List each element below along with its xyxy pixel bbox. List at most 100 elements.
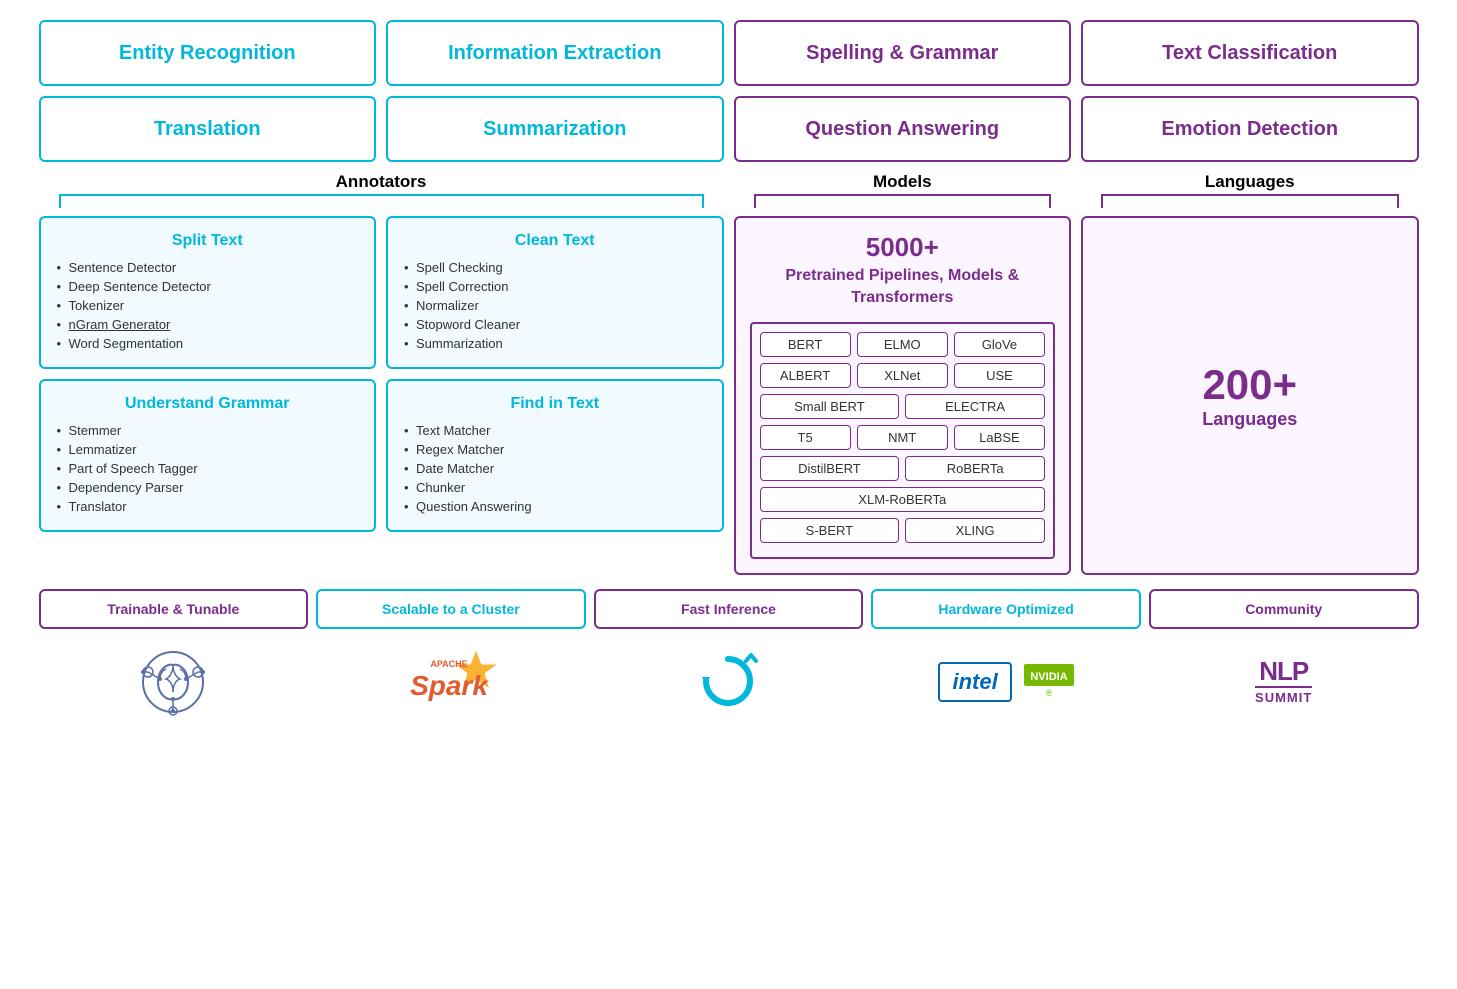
model-use: USE xyxy=(954,363,1045,388)
model-t5: T5 xyxy=(760,425,851,450)
languages-content: 200+ Languages xyxy=(1202,361,1297,430)
features-row: Trainable & Tunable Scalable to a Cluste… xyxy=(39,589,1419,629)
understand-grammar-list: Stemmer Lemmatizer Part of Speech Tagger… xyxy=(55,421,361,516)
main-container: Entity Recognition Information Extractio… xyxy=(39,20,1419,725)
nlp-summit-logo: NLP SUMMIT xyxy=(1255,658,1312,705)
intel-nvidia-cell: intel NVIDIA ® xyxy=(871,654,1141,710)
list-item: Lemmatizer xyxy=(55,440,361,459)
model-row-1: BERT ELMO GloVe xyxy=(760,332,1046,357)
nlp-summit-cell: NLP SUMMIT xyxy=(1149,650,1419,713)
model-sbert: S-BERT xyxy=(760,518,900,543)
models-grid: BERT ELMO GloVe ALBERT XLNet USE Small B… xyxy=(750,322,1056,559)
feature-scalable: Scalable to a Cluster xyxy=(316,589,586,629)
list-item: Spell Checking xyxy=(402,258,708,277)
spark-logo: APACHE Spark xyxy=(401,647,501,717)
model-glove: GloVe xyxy=(954,332,1045,357)
feature-community: Community xyxy=(1149,589,1419,629)
brain-logo-cell xyxy=(39,639,309,725)
intel-logo: intel xyxy=(938,662,1011,702)
feature-hardware-optimized: Hardware Optimized xyxy=(871,589,1141,629)
brain-icon xyxy=(138,647,208,717)
model-row-2: ALBERT XLNet USE xyxy=(760,363,1046,388)
model-row-6: XLM-RoBERTa xyxy=(760,487,1046,512)
model-roberta: RoBERTa xyxy=(905,456,1045,481)
cap-summarization[interactable]: Summarization xyxy=(386,96,724,162)
model-albert: ALBERT xyxy=(760,363,851,388)
models-subtitle: Pretrained Pipelines, Models & Transform… xyxy=(750,265,1056,310)
list-item: Normalizer xyxy=(402,296,708,315)
clean-text-card: Clean Text Spell Checking Spell Correcti… xyxy=(386,216,724,369)
list-item: Summarization xyxy=(402,334,708,353)
annotators-area: Split Text Sentence Detector Deep Senten… xyxy=(39,216,724,532)
model-xlnet: XLNet xyxy=(857,363,948,388)
list-item: Spell Correction xyxy=(402,277,708,296)
split-text-card: Split Text Sentence Detector Deep Senten… xyxy=(39,216,377,369)
arrow-logo-cell xyxy=(594,641,864,722)
list-item: Word Segmentation xyxy=(55,334,361,353)
split-text-list: Sentence Detector Deep Sentence Detector… xyxy=(55,258,361,353)
feature-trainable: Trainable & Tunable xyxy=(39,589,309,629)
languages-label: Languages xyxy=(1081,172,1419,192)
languages-number: 200+ xyxy=(1202,361,1297,409)
cap-translation[interactable]: Translation xyxy=(39,96,377,162)
list-item: Stopword Cleaner xyxy=(402,315,708,334)
svg-text:APACHE: APACHE xyxy=(430,659,467,669)
split-text-title: Split Text xyxy=(55,232,361,250)
list-item: Translator xyxy=(55,497,361,516)
capabilities-grid: Entity Recognition Information Extractio… xyxy=(39,20,1419,162)
list-item: Chunker xyxy=(402,478,708,497)
model-electra: ELECTRA xyxy=(905,394,1045,419)
languages-label-text: Languages xyxy=(1202,409,1297,430)
cap-question-answering[interactable]: Question Answering xyxy=(734,96,1072,162)
model-row-7: S-BERT XLING xyxy=(760,518,1046,543)
list-item: Sentence Detector xyxy=(55,258,361,277)
model-small-bert: Small BERT xyxy=(760,394,900,419)
nvidia-icon: NVIDIA ® xyxy=(1024,664,1074,699)
model-distilbert: DistilBERT xyxy=(760,456,900,481)
find-in-text-list: Text Matcher Regex Matcher Date Matcher … xyxy=(402,421,708,516)
find-in-text-title: Find in Text xyxy=(402,395,708,413)
list-item: Part of Speech Tagger xyxy=(55,459,361,478)
model-row-4: T5 NMT LaBSE xyxy=(760,425,1046,450)
model-elmo: ELMO xyxy=(857,332,948,357)
svg-text:NVIDIA: NVIDIA xyxy=(1030,671,1067,683)
logos-row: APACHE Spark intel xyxy=(39,639,1419,725)
languages-area: 200+ Languages xyxy=(1081,216,1419,575)
cap-text-classification[interactable]: Text Classification xyxy=(1081,20,1419,86)
understand-grammar-title: Understand Grammar xyxy=(55,395,361,413)
clean-text-list: Spell Checking Spell Correction Normaliz… xyxy=(402,258,708,353)
arrow-icon xyxy=(696,649,761,714)
understand-grammar-card: Understand Grammar Stemmer Lemmatizer Pa… xyxy=(39,379,377,532)
clean-text-title: Clean Text xyxy=(402,232,708,250)
svg-text:Spark: Spark xyxy=(410,670,489,701)
cap-entity-recognition[interactable]: Entity Recognition xyxy=(39,20,377,86)
list-item: Date Matcher xyxy=(402,459,708,478)
model-xling: XLING xyxy=(905,518,1045,543)
section-labels: Annotators Models Languages xyxy=(39,172,1419,192)
models-bracket xyxy=(754,194,1052,208)
cap-emotion-detection[interactable]: Emotion Detection xyxy=(1081,96,1419,162)
list-item: nGram Generator xyxy=(55,315,361,334)
list-item: Stemmer xyxy=(55,421,361,440)
list-item: Question Answering xyxy=(402,497,708,516)
main-content: Split Text Sentence Detector Deep Senten… xyxy=(39,216,1419,575)
models-area: 5000+ Pretrained Pipelines, Models & Tra… xyxy=(734,216,1072,575)
spark-icon: APACHE Spark xyxy=(401,647,501,712)
nvidia-logo: NVIDIA ® xyxy=(1024,664,1074,699)
cap-spelling-grammar[interactable]: Spelling & Grammar xyxy=(734,20,1072,86)
model-xlm-roberta: XLM-RoBERTa xyxy=(760,487,1046,512)
model-nmt: NMT xyxy=(857,425,948,450)
list-item: Text Matcher xyxy=(402,421,708,440)
model-labse: LaBSE xyxy=(954,425,1045,450)
list-item: Dependency Parser xyxy=(55,478,361,497)
model-row-5: DistilBERT RoBERTa xyxy=(760,456,1046,481)
cap-information-extraction[interactable]: Information Extraction xyxy=(386,20,724,86)
models-label: Models xyxy=(734,172,1072,192)
model-row-3: Small BERT ELECTRA xyxy=(760,394,1046,419)
svg-text:®: ® xyxy=(1045,688,1052,698)
find-in-text-card: Find in Text Text Matcher Regex Matcher … xyxy=(386,379,724,532)
feature-fast-inference: Fast Inference xyxy=(594,589,864,629)
list-item: Deep Sentence Detector xyxy=(55,277,361,296)
languages-bracket xyxy=(1101,194,1399,208)
spark-logo-cell: APACHE Spark xyxy=(316,639,586,725)
